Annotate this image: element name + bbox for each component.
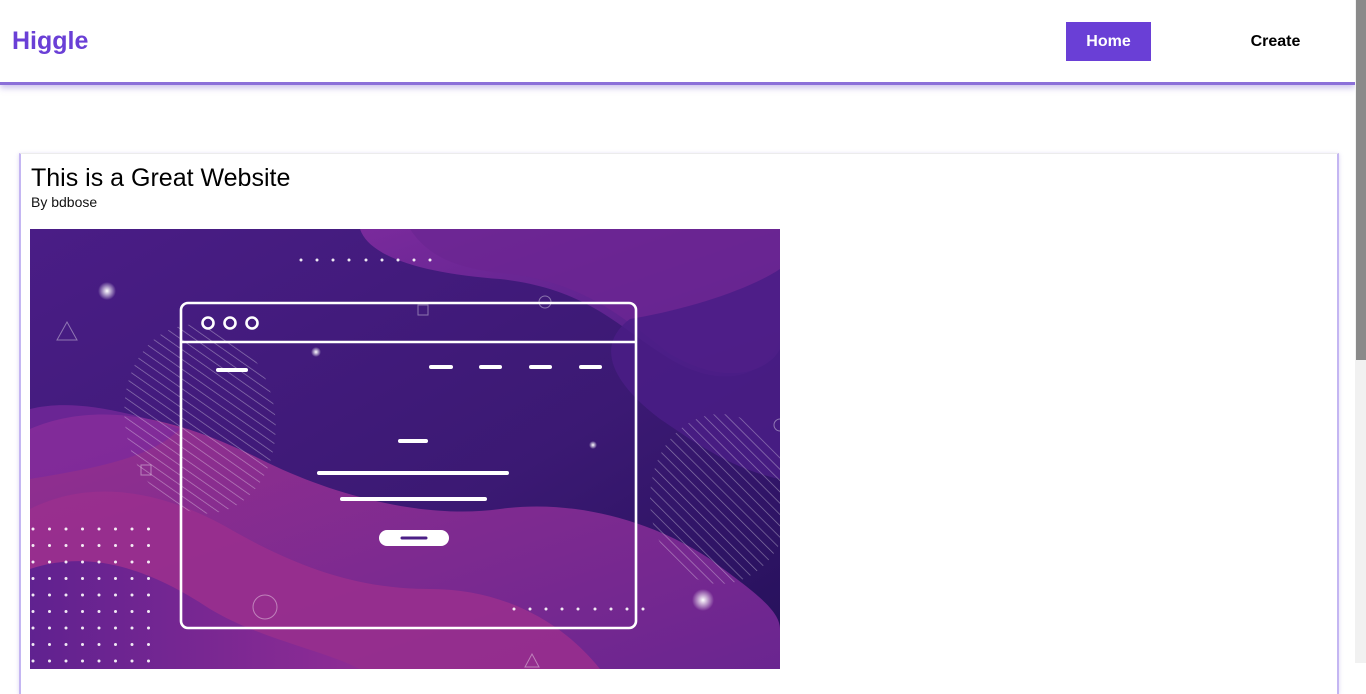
scrollbar-thumb[interactable] (1356, 0, 1366, 360)
post-image (30, 229, 780, 669)
brand-logo[interactable]: Higgle (12, 26, 88, 56)
post-title: This is a Great Website (31, 164, 291, 192)
post-card: This is a Great Website By bdbose (19, 153, 1339, 694)
nav-home-button[interactable]: Home (1066, 22, 1151, 61)
nav-create-link[interactable]: Create (1233, 22, 1318, 61)
navbar: Higgle Home Create (0, 0, 1355, 85)
post-author: By bdbose (31, 194, 98, 210)
